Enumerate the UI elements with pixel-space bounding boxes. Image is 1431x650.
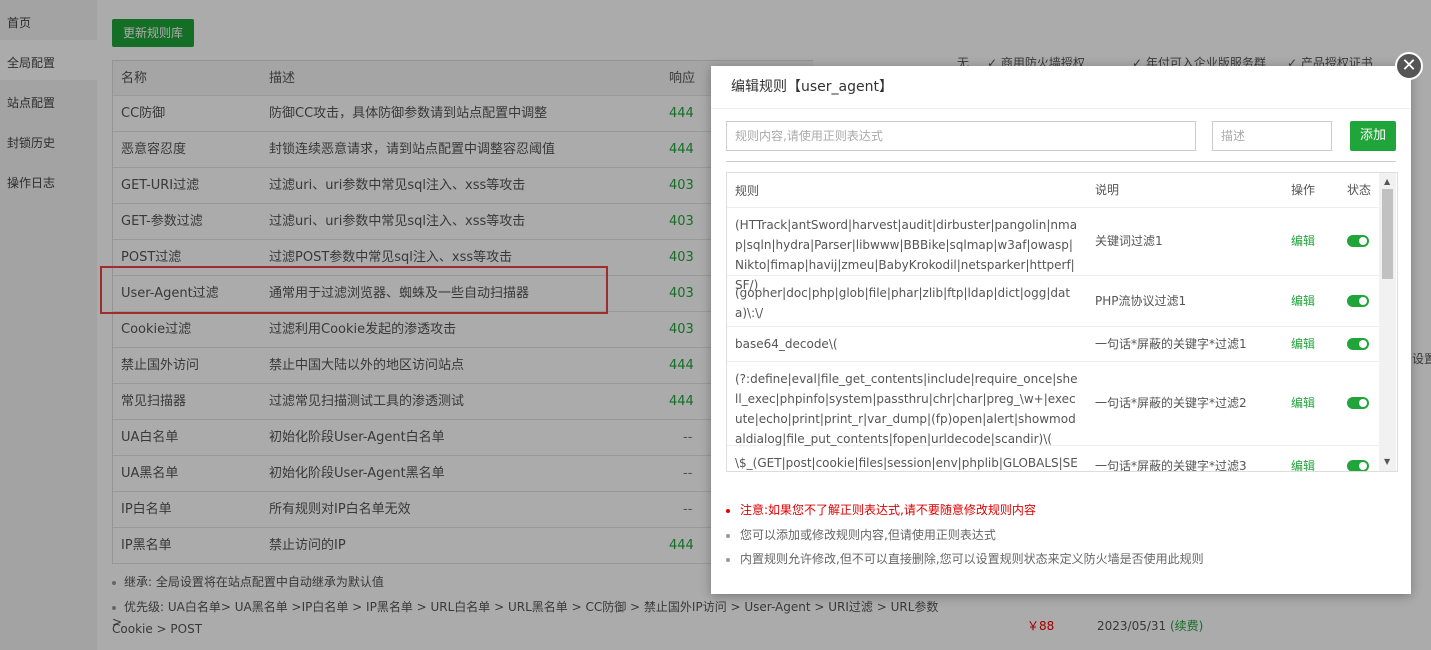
column-rule: 规则 (735, 184, 760, 198)
note-text: 您可以添加或修改规则内容,但请使用正则表达式 (740, 528, 996, 542)
rule-regex: (gopher|doc|php|glob|file|phar|zlib|ftp|… (735, 286, 1071, 320)
rule-content-input[interactable]: 规则内容,请使用正则表达式 (726, 121, 1196, 151)
status-toggle[interactable] (1347, 397, 1369, 409)
status-toggle[interactable] (1347, 235, 1369, 247)
edit-rule-link[interactable]: 编辑 (1291, 335, 1315, 352)
edit-rule-dialog: 编辑规则【user_agent】 规则内容,请使用正则表达式 描述 添加 规则 … (711, 66, 1411, 594)
add-rule-button[interactable]: 添加 (1350, 121, 1396, 151)
rule-regex: (?:define|eval|file_get_contents|include… (735, 372, 1078, 446)
rule-explain: 一句话*屏蔽的关键字*过滤3 (1095, 459, 1247, 472)
rule-explain: PHP流协议过滤1 (1095, 294, 1187, 308)
note-text: 内置规则允许修改,但不可以直接删除,您可以设置规则状态来定义防火墙是否使用此规则 (740, 552, 1204, 566)
rule-row: (gopher|doc|php|glob|file|phar|zlib|ftp|… (727, 275, 1379, 327)
rule-desc-input[interactable]: 描述 (1212, 121, 1332, 151)
edit-rule-link[interactable]: 编辑 (1291, 292, 1315, 309)
column-explain: 说明 (1095, 183, 1120, 197)
edit-rule-link[interactable]: 编辑 (1291, 394, 1315, 411)
rule-explain: 一句话*屏蔽的关键字*过滤2 (1095, 396, 1247, 410)
divider (711, 108, 1411, 109)
status-toggle[interactable] (1347, 295, 1369, 307)
edit-rule-link[interactable]: 编辑 (1291, 457, 1315, 471)
scrollbar-thumb[interactable] (1382, 189, 1393, 279)
rules-list-header: 规则 说明 操作 状态 (727, 173, 1379, 208)
status-toggle[interactable] (1347, 338, 1369, 350)
dialog-note: 注意:如果您不了解正则表达式,请不要随意修改规则内容 (726, 501, 1036, 518)
edit-rule-link[interactable]: 编辑 (1291, 232, 1315, 249)
rule-explain: 一句话*屏蔽的关键字*过滤1 (1095, 337, 1247, 351)
rule-row: (HTTrack|antSword|harvest|audit|dirbuste… (727, 207, 1379, 292)
column-operation: 操作 (1291, 183, 1316, 197)
bullet-icon (726, 557, 730, 562)
scroll-down-arrow-icon[interactable]: ▼ (1384, 457, 1390, 466)
bullet-icon (726, 533, 730, 538)
note-text: 注意:如果您不了解正则表达式,请不要随意修改规则内容 (740, 503, 1036, 517)
dialog-note: 您可以添加或修改规则内容,但请使用正则表达式 (726, 526, 996, 543)
scroll-up-arrow-icon[interactable]: ▲ (1384, 177, 1390, 186)
dialog-note: 内置规则允许修改,但不可以直接删除,您可以设置规则状态来定义防火墙是否使用此规则 (726, 550, 1204, 567)
status-toggle[interactable] (1347, 460, 1369, 471)
rule-regex: base64_decode\( (735, 337, 838, 351)
rules-list-table: 规则 说明 操作 状态 (HTTrack|antSword|harvest|au… (726, 172, 1398, 472)
rule-row: \$_(GET|post|cookie|files|session|env|ph… (727, 445, 1379, 472)
column-status: 状态 (1347, 183, 1372, 197)
rule-row: (?:define|eval|file_get_contents|include… (727, 361, 1379, 446)
rule-explain: 关键词过滤1 (1095, 234, 1163, 248)
rule-regex: \$_(GET|post|cookie|files|session|env|ph… (735, 456, 1078, 470)
divider (726, 161, 1396, 162)
bullet-icon (726, 508, 730, 513)
rule-row: base64_decode\( 一句话*屏蔽的关键字*过滤1 编辑 (727, 326, 1379, 362)
close-icon[interactable]: ✕ (1395, 52, 1423, 80)
dialog-title: 编辑规则【user_agent】 (731, 79, 893, 95)
